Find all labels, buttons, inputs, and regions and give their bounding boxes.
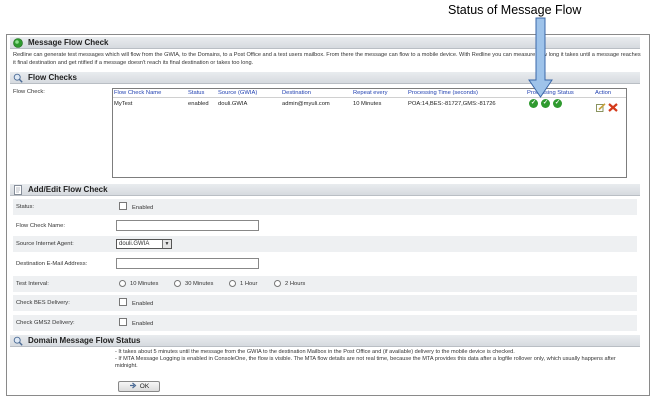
cell-name: MyTest — [114, 101, 133, 107]
message-flow-check-header: Message Flow Check — [10, 37, 640, 49]
flow-check-name-input[interactable] — [116, 220, 259, 231]
enabled-checkbox[interactable] — [119, 202, 127, 210]
name-row: Flow Check Name: — [13, 218, 637, 234]
ok-button[interactable]: OK — [118, 381, 160, 392]
interval-label-2hours: 2 Hours — [285, 281, 306, 287]
interval-radio-10min[interactable] — [119, 280, 126, 287]
table-row[interactable]: MyTest enabled douli.GWIA admin@myuli.co… — [113, 98, 626, 112]
section-title: Flow Checks — [28, 73, 77, 82]
bes-label: Check BES Delivery: — [16, 300, 70, 306]
flow-checks-header: Flow Checks — [10, 72, 640, 84]
add-edit-header: Add/Edit Flow Check — [10, 184, 640, 196]
edit-icon[interactable] — [596, 99, 606, 117]
gms-row: Check GMS2 Delivery: Enabled — [13, 315, 637, 331]
enabled-label: Enabled — [132, 205, 154, 211]
cell-source: douli.GWIA — [218, 101, 248, 107]
col-header-repeat[interactable]: Repeat every — [353, 90, 387, 96]
section-title: Add/Edit Flow Check — [28, 185, 108, 194]
col-header-destination[interactable]: Destination — [282, 90, 311, 96]
interval-label: Test Interval: — [16, 281, 49, 287]
cell-destination: admin@myuli.com — [282, 101, 330, 107]
chevron-down-icon[interactable]: ▼ — [162, 240, 171, 248]
ok-button-label: OK — [139, 383, 150, 390]
col-header-processing-status[interactable]: Processing Status — [527, 90, 574, 96]
destination-row: Destination E-Mail Address: — [13, 256, 637, 272]
annotation-label: Status of Message Flow — [448, 3, 582, 17]
bes-enabled-label: Enabled — [132, 301, 154, 307]
interval-label-10min: 10 Minutes — [130, 281, 159, 287]
interval-radio-30min[interactable] — [174, 280, 181, 287]
source-selected-value: douli.GWIA — [119, 241, 150, 247]
flow-check-label: Flow Check: — [13, 89, 45, 95]
col-header-source[interactable]: Source (GWIA) — [218, 90, 257, 96]
col-header-processing-time[interactable]: Processing Time (seconds) — [408, 90, 478, 96]
domain-status-text: - It takes about 5 minutes until the mes… — [115, 349, 635, 370]
check-icon: ✓ — [553, 99, 562, 108]
arrow-icon — [129, 382, 137, 391]
interval-radio-2hours[interactable] — [274, 280, 281, 287]
gms-checkbox[interactable] — [119, 318, 127, 326]
bes-checkbox[interactable] — [119, 298, 127, 306]
source-row: Source Internet Agent: douli.GWIA ▼ — [13, 236, 637, 252]
cell-processing-time: POA:14,BES:-81727,GMS:-81726 — [408, 101, 496, 107]
name-label: Flow Check Name: — [16, 223, 65, 229]
magnifier-icon — [12, 335, 23, 346]
section-title: Message Flow Check — [28, 38, 109, 47]
destination-email-input[interactable] — [116, 258, 259, 269]
gms-enabled-label: Enabled — [132, 321, 154, 327]
status-label: Status: — [16, 204, 35, 210]
domain-status-header: Domain Message Flow Status — [10, 335, 640, 347]
col-header-name[interactable]: Flow Check Name — [114, 90, 161, 96]
status-row: Status: Enabled — [13, 199, 637, 215]
col-header-action[interactable]: Action — [595, 90, 611, 96]
interval-label-1hour: 1 Hour — [240, 281, 258, 287]
flow-checks-table: Flow Check Name Status Source (GWIA) Des… — [112, 88, 627, 178]
destination-label: Destination E-Mail Address: — [16, 261, 88, 267]
gms-label: Check GMS2 Delivery: — [16, 320, 75, 326]
bes-row: Check BES Delivery: Enabled — [13, 295, 637, 311]
green-status-icon — [12, 37, 23, 48]
source-agent-select[interactable]: douli.GWIA ▼ — [116, 239, 172, 249]
status-line: - If MTA Message Logging is enabled in C… — [115, 356, 616, 369]
cell-status: enabled — [188, 101, 209, 107]
source-label: Source Internet Agent: — [16, 241, 74, 247]
interval-radio-1hour[interactable] — [229, 280, 236, 287]
cell-repeat: 10 Minutes — [353, 101, 382, 107]
interval-row: Test Interval: 10 Minutes 30 Minutes 1 H… — [13, 276, 637, 292]
magnifier-icon — [12, 72, 23, 83]
check-icon: ✓ — [529, 99, 538, 108]
status-line: - It takes about 5 minutes until the mes… — [115, 349, 515, 355]
description-text: Redline can generate test messages which… — [13, 52, 641, 66]
check-icon: ✓ — [541, 99, 550, 108]
document-icon — [12, 184, 23, 195]
interval-label-30min: 30 Minutes — [185, 281, 214, 287]
section-title: Domain Message Flow Status — [28, 336, 141, 345]
delete-icon[interactable] — [608, 99, 618, 117]
col-header-status[interactable]: Status — [188, 90, 204, 96]
